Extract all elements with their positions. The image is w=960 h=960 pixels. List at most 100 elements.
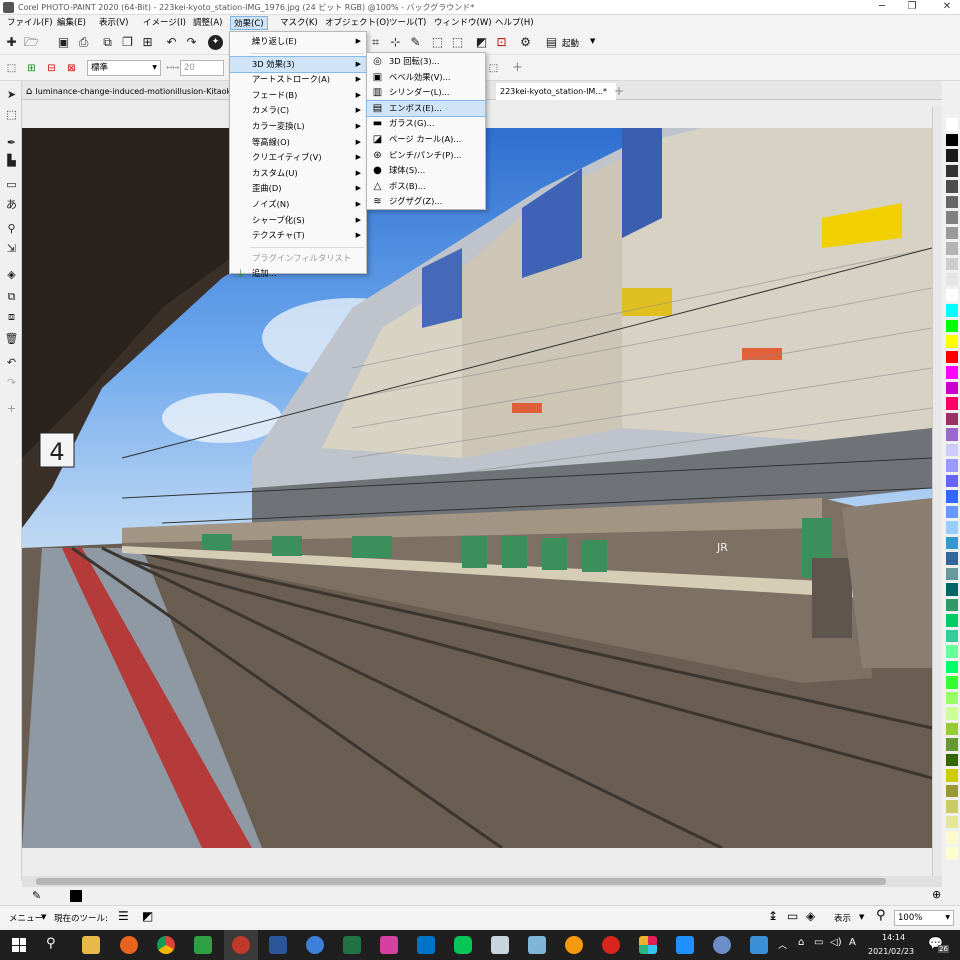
minimize-button[interactable]: ─	[875, 1, 889, 13]
menu-item-3d-rotate[interactable]: ◎ 3D 回転(3)...	[367, 54, 485, 70]
palette-swatch[interactable]	[946, 350, 958, 363]
palette-swatch[interactable]	[946, 831, 958, 844]
copy-icon[interactable]: ❐	[120, 35, 135, 50]
clip-tool-icon[interactable]: ⧈	[4, 309, 19, 324]
palette-swatch[interactable]	[946, 753, 958, 766]
outlook-icon[interactable]	[417, 936, 435, 954]
menu-item-color-transform[interactable]: カラー変換(L) ▶	[230, 119, 366, 135]
taskbar-active-app[interactable]	[224, 930, 258, 960]
palette-swatch[interactable]	[946, 195, 958, 208]
palette-swatch[interactable]	[946, 304, 958, 317]
network-icon[interactable]: ⌂	[798, 937, 804, 948]
mask-invert-icon[interactable]: ◩	[474, 35, 489, 50]
palette-swatch[interactable]	[946, 676, 958, 689]
palette-swatch[interactable]	[946, 242, 958, 255]
menu-item-boss[interactable]: △ ボス(B)...	[367, 179, 485, 195]
ime-indicator[interactable]: A	[849, 937, 856, 948]
mask-transform-icon[interactable]: ⬚	[450, 35, 465, 50]
palette-swatch[interactable]	[946, 846, 958, 859]
palette-swatch[interactable]	[946, 660, 958, 673]
mask-overlay-icon[interactable]: ⬚	[486, 61, 501, 76]
restore-button[interactable]: ❐	[905, 1, 919, 13]
rect-mask-icon[interactable]: ⬚	[430, 35, 445, 50]
palette-swatch[interactable]	[946, 335, 958, 348]
add-plus-icon[interactable]: +	[510, 60, 525, 75]
zoom-icon[interactable]: ⚲	[876, 908, 886, 923]
palette-swatch[interactable]	[946, 397, 958, 410]
paste-icon[interactable]: ⊞	[140, 35, 155, 50]
open-folder-icon[interactable]: 🗁	[24, 35, 39, 50]
app-window-icon[interactable]	[491, 936, 509, 954]
layout-icon[interactable]: ▭	[787, 909, 798, 923]
palette-swatch[interactable]	[946, 614, 958, 627]
palette-swatch[interactable]	[946, 521, 958, 534]
rect-mask-tool-icon[interactable]: ⬚	[4, 107, 19, 122]
menu-label[interactable]: メニュー	[9, 912, 43, 924]
clock-date[interactable]: 2021/02/23	[868, 947, 914, 956]
palette-swatch[interactable]	[946, 428, 958, 441]
new-document-icon[interactable]: ✚	[4, 35, 19, 50]
horizontal-scroll-thumb[interactable]	[36, 878, 886, 885]
menu-item-zigzag[interactable]: ≋ ジグザグ(Z)...	[367, 194, 485, 210]
tray-chevron-up-icon[interactable]: ︿	[778, 938, 787, 951]
corel-connect-icon[interactable]: ✦	[208, 35, 223, 50]
eraser-tool-icon[interactable]: ▙	[4, 153, 19, 168]
palette-swatch[interactable]	[946, 784, 958, 797]
menu-item-bevel[interactable]: ▣ ベベル効果(V)...	[367, 70, 485, 86]
palette-swatch[interactable]	[946, 412, 958, 425]
print-icon[interactable]: ⎙	[76, 35, 91, 50]
app-rx-icon[interactable]	[602, 936, 620, 954]
launch-app-icon[interactable]: ▤	[544, 35, 559, 50]
menu-effects[interactable]: 効果(C)	[230, 16, 268, 30]
menu-dropdown-icon[interactable]: ▼	[41, 913, 46, 921]
firefox-icon[interactable]	[120, 936, 138, 954]
palette-swatch[interactable]	[946, 257, 958, 270]
eyedropper-tool-icon[interactable]: ⚲	[4, 221, 19, 236]
transform-icon[interactable]: ⊹	[388, 35, 403, 50]
image-canvas[interactable]: 4 JR	[22, 128, 932, 848]
pick-tool-icon[interactable]: ➤	[4, 87, 19, 102]
menu-item-page-curl[interactable]: ◪ ページ カール(A)...	[367, 132, 485, 148]
menu-item-sphere[interactable]: ● 球体(S)...	[367, 163, 485, 179]
menu-item-emboss[interactable]: ▤ エンボス(E)...	[366, 99, 486, 118]
palette-swatch[interactable]	[946, 769, 958, 782]
mask-mode-subtract-icon[interactable]: ⊟	[44, 61, 59, 76]
tab-kyoto-station[interactable]: 223kei-kyoto_station-IM...*	[496, 83, 616, 100]
add-tool-icon[interactable]: +	[4, 401, 19, 416]
menu-item-glass[interactable]: ▬ ガラス(G)...	[367, 116, 485, 132]
menu-tools[interactable]: ツール(T)	[386, 16, 429, 30]
excel-icon[interactable]	[343, 936, 361, 954]
menu-help[interactable]: ヘルプ(H)	[492, 16, 537, 30]
menu-item-distort[interactable]: 歪曲(D) ▶	[230, 181, 366, 197]
palette-swatch[interactable]	[946, 490, 958, 503]
palette-swatch[interactable]	[946, 273, 958, 286]
app-tablet-icon[interactable]	[528, 936, 546, 954]
palette-swatch[interactable]	[946, 459, 958, 472]
app-globe-icon[interactable]	[306, 936, 324, 954]
cut-icon[interactable]: ⧉	[100, 35, 115, 50]
palette-swatch[interactable]	[946, 536, 958, 549]
redo-icon[interactable]: ↷	[184, 35, 199, 50]
palette-swatch[interactable]	[946, 164, 958, 177]
tool-settings-icon[interactable]: ☰	[118, 909, 129, 923]
palette-swatch[interactable]	[946, 226, 958, 239]
feather-width-input[interactable]: 20	[180, 60, 224, 76]
mask-mode-xor-icon[interactable]: ⊠	[64, 61, 79, 76]
menu-item-add[interactable]: ⤓ 追加...	[230, 266, 366, 282]
app-r-icon[interactable]	[713, 936, 731, 954]
palette-swatch[interactable]	[946, 149, 958, 162]
search-icon[interactable]: ⚲	[46, 936, 56, 951]
battery-icon[interactable]: ▭	[814, 937, 823, 948]
clone-tool-icon[interactable]: ⇲	[4, 241, 19, 256]
launch-dropdown-icon[interactable]: ▼	[590, 37, 595, 45]
clock-time[interactable]: 14:14	[882, 933, 905, 942]
settings-gear-icon[interactable]: ⚙	[518, 35, 533, 50]
chrome-icon[interactable]	[157, 936, 175, 954]
palette-swatch[interactable]	[946, 118, 958, 131]
palette-swatch[interactable]	[946, 180, 958, 193]
rectangle-tool-icon[interactable]: ▭	[4, 177, 19, 192]
palette-swatch[interactable]	[946, 319, 958, 332]
app-green-icon[interactable]	[194, 936, 212, 954]
menu-edit[interactable]: 編集(E)	[54, 16, 89, 30]
menu-item-contour[interactable]: 等高線(O) ▶	[230, 135, 366, 151]
